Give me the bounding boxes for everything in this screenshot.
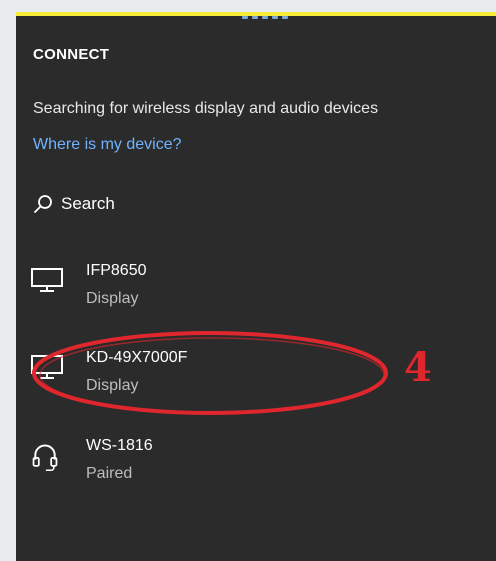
device-type: Display <box>86 377 139 394</box>
device-item-ifp8650[interactable]: IFP8650 Display <box>30 262 450 322</box>
page: CONNECT Searching for wireless display a… <box>0 0 496 561</box>
device-name: IFP8650 <box>86 262 147 279</box>
device-name: KD-49X7000F <box>86 349 188 366</box>
search-button[interactable]: Search <box>33 194 115 214</box>
device-item-ws-1816[interactable]: WS-1816 Paired <box>30 437 450 497</box>
device-name: WS-1816 <box>86 437 153 454</box>
monitor-icon <box>31 268 63 292</box>
device-type: Paired <box>86 465 133 482</box>
searching-progress-dots <box>242 16 288 19</box>
search-status-text: Searching for wireless display and audio… <box>33 100 379 117</box>
search-label: Search <box>61 194 115 213</box>
device-item-kd-49x7000f[interactable]: KD-49X7000F Display <box>30 349 450 409</box>
panel-title: CONNECT <box>33 46 110 63</box>
where-is-my-device-link[interactable]: Where is my device? <box>33 136 182 154</box>
monitor-icon <box>31 355 63 379</box>
headset-icon <box>32 444 58 472</box>
annotation-step-number: 4 <box>404 344 432 391</box>
device-type: Display <box>86 290 139 307</box>
connect-panel: CONNECT Searching for wireless display a… <box>16 12 496 561</box>
search-icon <box>34 195 52 213</box>
